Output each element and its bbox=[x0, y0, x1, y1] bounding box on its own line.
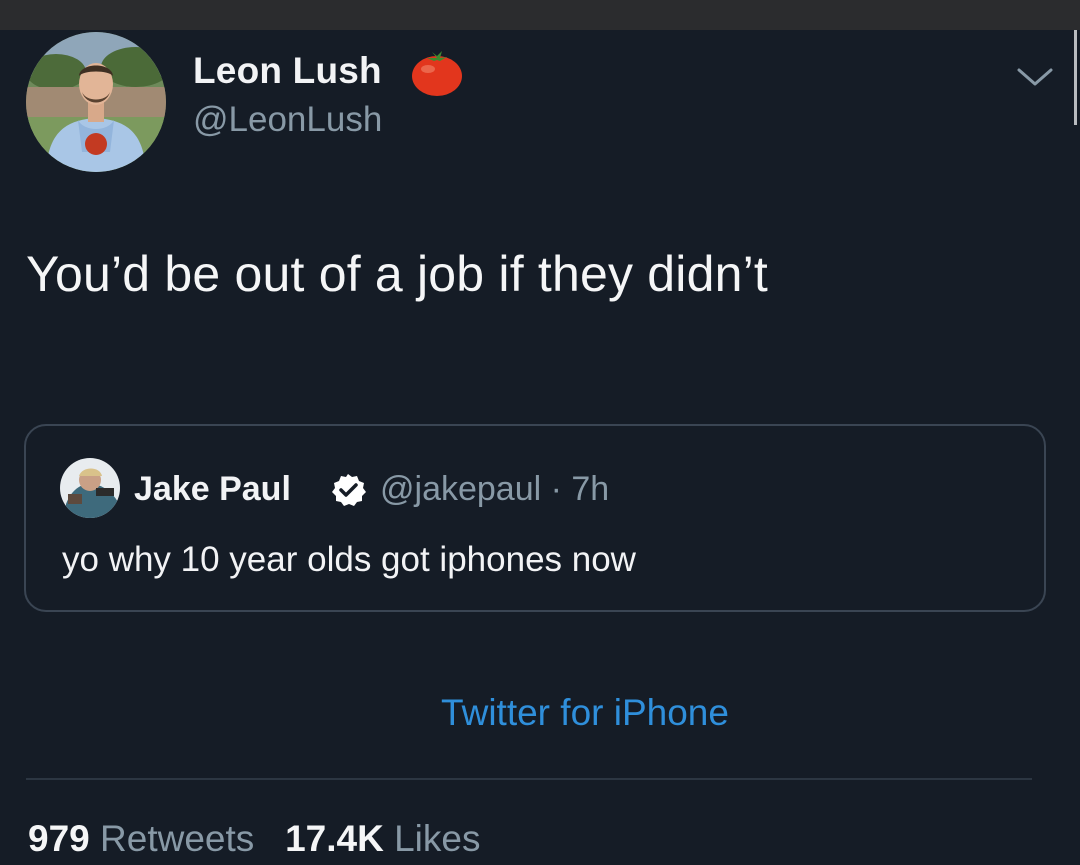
quoted-author-name[interactable]: Jake Paul bbox=[134, 470, 291, 509]
tweet-stats: 979 Retweets 17.4K Likes bbox=[28, 818, 481, 860]
chevron-down-icon[interactable] bbox=[1015, 62, 1055, 92]
quoted-tweet-card[interactable] bbox=[24, 424, 1046, 612]
tweet-screen: Leon Lush @LeonLush You’d be out of a jo… bbox=[0, 0, 1080, 865]
quoted-tweet-text: yo why 10 year olds got iphones now bbox=[62, 540, 636, 579]
quoted-avatar-photo bbox=[60, 458, 120, 518]
tweet-text: You’d be out of a job if they didn’t bbox=[26, 246, 769, 302]
avatar-photo bbox=[26, 32, 166, 172]
author-handle[interactable]: @LeonLush bbox=[193, 100, 382, 140]
tomato-icon bbox=[412, 51, 462, 96]
author-name[interactable]: Leon Lush bbox=[193, 50, 382, 92]
verified-badge-icon bbox=[332, 474, 366, 506]
retweets-count[interactable]: 979 bbox=[28, 818, 90, 859]
top-bar bbox=[0, 0, 1080, 30]
divider bbox=[26, 778, 1032, 780]
quoted-author-avatar[interactable] bbox=[60, 458, 120, 518]
quoted-author-handle-time[interactable]: @jakepaul · 7h bbox=[380, 470, 609, 509]
likes-count[interactable]: 17.4K bbox=[285, 818, 384, 859]
scrollbar[interactable] bbox=[1074, 30, 1077, 125]
author-avatar[interactable] bbox=[26, 32, 166, 172]
likes-label[interactable]: Likes bbox=[394, 818, 480, 859]
tweet-source-link[interactable]: Twitter for iPhone bbox=[0, 692, 1080, 734]
retweets-label[interactable]: Retweets bbox=[100, 818, 254, 859]
